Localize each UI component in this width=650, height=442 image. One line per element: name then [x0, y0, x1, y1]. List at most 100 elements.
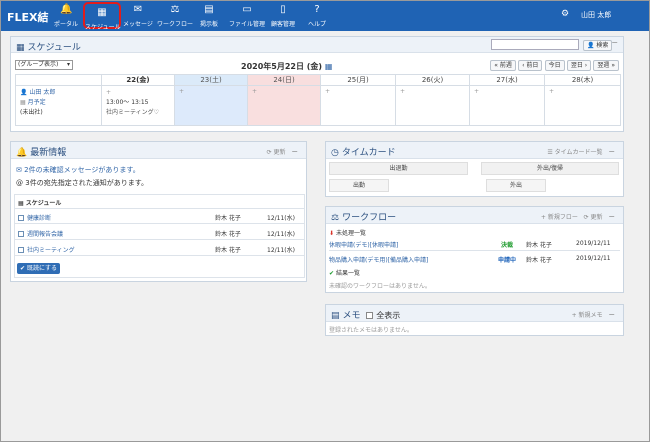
nav-files[interactable]: ▭ ファイル管理 — [228, 1, 266, 31]
workflow-header: ⚖ ワークフロー + 新規フロー ⟳ 更新 − — [326, 207, 623, 224]
refresh-icon: ⟳ — [266, 149, 272, 156]
news-refresh-link[interactable]: ⟳ 更新 − — [267, 147, 298, 156]
mark-read-button[interactable]: ✔ 既読にする — [17, 263, 61, 274]
day-header[interactable]: 22(金) — [101, 74, 175, 86]
item-checkbox[interactable] — [18, 247, 24, 253]
schedule-search-input[interactable] — [491, 39, 579, 50]
workflow-title: ワークフロー — [342, 213, 397, 223]
unprocessed-heading: ⬇ 未処理一覧 — [329, 230, 366, 237]
timecard-column-attendance: 出退勤 — [329, 162, 468, 175]
event-time[interactable]: 13:00～ 13:15 — [106, 98, 170, 108]
next-day-button[interactable]: 翌日 › — [566, 60, 592, 71]
day-header[interactable]: 28(木) — [544, 74, 621, 86]
news-item-user: 鈴木 花子 — [215, 215, 241, 222]
user-link[interactable]: 山田 太郎 — [29, 89, 55, 96]
unread-notice[interactable]: @ 3件の宛先指定された通知があります。 — [16, 178, 148, 188]
schedule-header: ▦ スケジュール 👤 検索 − — [11, 37, 623, 53]
nav-customers[interactable]: ▯ 顧客管理 — [264, 1, 302, 31]
month-calendar-icon: ▦ — [20, 99, 26, 106]
day-header[interactable]: 26(火) — [395, 74, 470, 86]
collapse-icon[interactable]: − — [611, 38, 618, 47]
news-item-date: 12/11(水) — [267, 215, 295, 222]
avatar-icon: 👤 — [20, 89, 28, 96]
day-cell[interactable]: + — [544, 85, 621, 126]
go-out-button[interactable]: 外出 — [486, 179, 546, 192]
nav-help[interactable]: ? ヘルプ — [298, 1, 336, 31]
timecard-title: タイムカード — [341, 148, 396, 158]
add-event-icon[interactable]: + — [400, 88, 405, 95]
user-name[interactable]: 山田 太郎 — [581, 10, 611, 20]
user-column-header — [15, 74, 102, 86]
month-plan-link[interactable]: 月予定 — [28, 99, 46, 106]
collapse-icon[interactable]: − — [291, 147, 298, 156]
day-header[interactable]: 24(日) — [247, 74, 321, 86]
nav-board[interactable]: ▤ 掲示板 — [190, 1, 228, 31]
prev-day-button[interactable]: ‹ 前日 — [518, 60, 543, 71]
schedule-panel: ▦ スケジュール 👤 検索 − (グループ表示) ▾ 2020年5月22日 (金) … — [10, 36, 624, 132]
nav-schedule[interactable]: ▦ スケジュール — [83, 2, 121, 31]
item-checkbox[interactable] — [18, 231, 24, 237]
event-title[interactable]: 社内ミーティング♡ — [106, 108, 170, 118]
workflow-empty-text: 未確認のワークフローはありません。 — [329, 283, 431, 290]
collapse-icon[interactable]: − — [608, 212, 615, 221]
help-icon: ? — [314, 4, 320, 15]
collapse-icon[interactable]: − — [608, 147, 615, 156]
workflow-refresh-link[interactable]: ⟳ 更新 — [584, 214, 603, 221]
prev-week-button[interactable]: « 前週 — [490, 60, 516, 71]
show-all-label: 全表示 — [376, 311, 401, 320]
news-item[interactable]: 週間報告会議 — [18, 229, 63, 238]
day-header[interactable]: 27(水) — [469, 74, 545, 86]
news-item[interactable]: 健康診断 — [18, 213, 51, 222]
day-cell[interactable]: + 13:00～ 13:15 社内ミーティング♡ — [101, 85, 175, 126]
clock-in-button[interactable]: 出勤 — [329, 179, 389, 192]
day-cell[interactable]: + — [395, 85, 470, 126]
unread-message-link[interactable]: ✉ 2件の未確認メッセージがあります。 — [16, 165, 140, 175]
nav-message[interactable]: ✉ メッセージ — [119, 1, 157, 31]
news-item-user: 鈴木 花子 — [215, 231, 241, 238]
new-memo-link[interactable]: + 新規メモ — [572, 312, 603, 319]
user-search-icon: 👤 — [587, 42, 595, 49]
add-event-icon[interactable]: + — [325, 88, 330, 95]
show-all-checkbox[interactable] — [366, 312, 374, 319]
schedule-grid: 22(金) 23(土) 24(日) 25(月) 26(火) 27(水) 28(木… — [15, 74, 621, 126]
add-event-icon[interactable]: + — [179, 88, 184, 95]
workflow-status-badge: 決裁 — [501, 242, 514, 249]
add-event-icon[interactable]: + — [474, 88, 479, 95]
collapse-icon[interactable]: − — [608, 310, 615, 319]
new-flow-link[interactable]: + 新規フロー — [541, 214, 578, 221]
next-week-button[interactable]: 翌週 » — [593, 60, 619, 71]
add-event-icon[interactable]: + — [252, 88, 257, 95]
news-item[interactable]: 社内ミーティング — [18, 245, 75, 254]
workflow-item-user: 鈴木 花子 — [526, 257, 552, 264]
settings-gear-icon[interactable]: ⚙ — [561, 9, 569, 19]
day-header[interactable]: 25(月) — [320, 74, 396, 86]
day-cell[interactable]: + — [320, 85, 396, 126]
top-nav-bar: FLEX結 🔔 ポータル ▦ スケジュール ✉ メッセージ ⚖ ワークフロー ▤ 掲示板 … — [1, 1, 649, 31]
news-title: 最新情報 — [30, 148, 67, 158]
nav-portal[interactable]: 🔔 ポータル — [47, 1, 85, 31]
day-cell[interactable]: + — [469, 85, 545, 126]
app-logo[interactable]: FLEX結 — [7, 9, 49, 25]
timecard-list-link[interactable]: ☰ タイムカード一覧 − — [547, 147, 615, 156]
today-button[interactable]: 今日 — [544, 60, 565, 71]
workflow-item-title[interactable]: 休暇申請(デモ)[休暇申請] — [329, 240, 398, 249]
day-cell[interactable]: + — [174, 85, 248, 126]
add-event-icon[interactable]: + — [549, 88, 554, 95]
day-cell[interactable]: + — [247, 85, 321, 126]
chevron-down-icon: ▾ — [66, 61, 70, 68]
add-event-icon[interactable]: + — [106, 88, 170, 98]
nav-workflow[interactable]: ⚖ ワークフロー — [156, 1, 194, 31]
news-item-date: 12/11(水) — [267, 247, 295, 254]
group-select[interactable]: (グループ表示) ▾ — [15, 60, 73, 70]
list-icon: ☰ — [547, 149, 553, 156]
workflow-item-user: 鈴木 花子 — [526, 242, 552, 249]
week-nav: « 前週 ‹ 前日 今日 翌日 › 翌週 » — [490, 60, 619, 71]
divider — [329, 250, 620, 251]
item-checkbox[interactable] — [18, 215, 24, 221]
workflow-item-title[interactable]: 物品購入申請(デモ用)[備品購入申請] — [329, 255, 428, 264]
calendar-picker-icon[interactable]: ▦ — [325, 62, 333, 71]
day-header[interactable]: 23(土) — [174, 74, 248, 86]
stamp-icon: ⚖ — [331, 213, 340, 223]
schedule-search-button[interactable]: 👤 検索 — [583, 40, 613, 51]
divider — [15, 223, 304, 224]
